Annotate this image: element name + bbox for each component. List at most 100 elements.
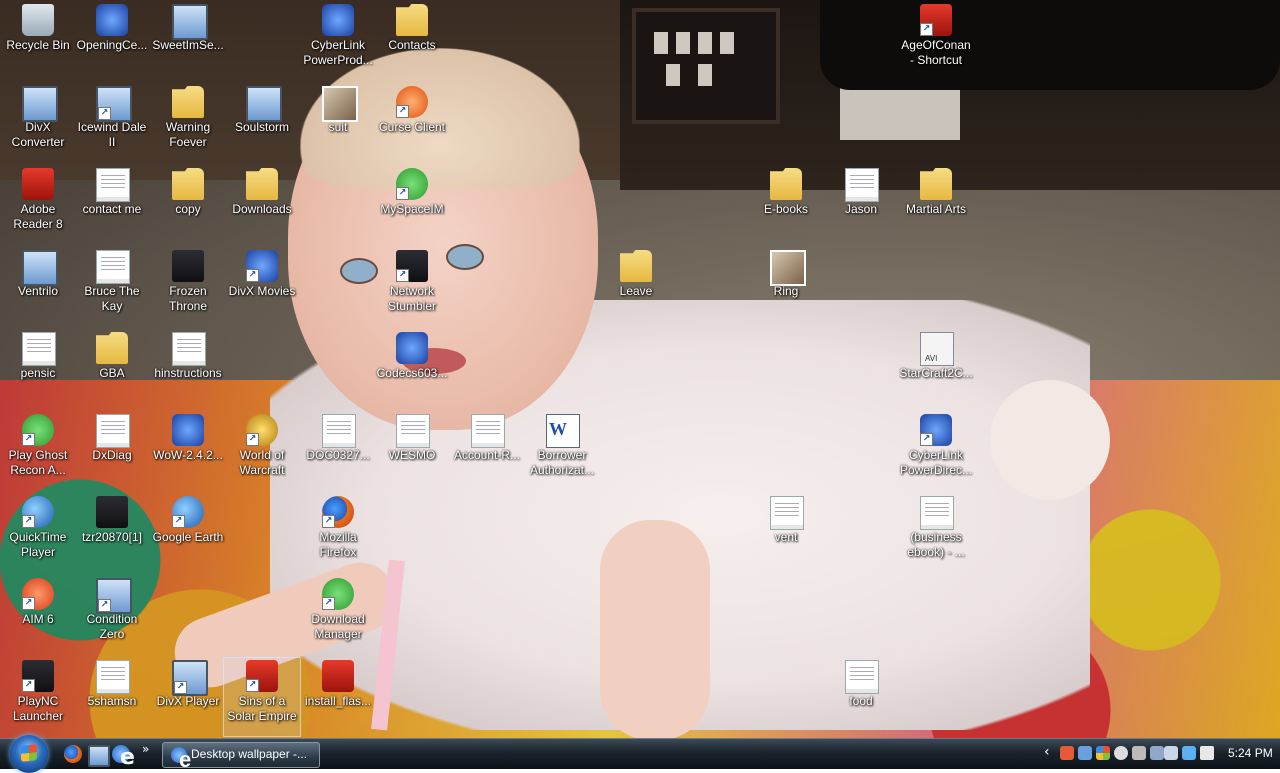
- desktop-icon-frozen-throne[interactable]: Frozen Throne: [150, 248, 226, 326]
- desktop-icon-codecs603[interactable]: Codecs603...: [374, 330, 450, 408]
- taskbar-button-label: Desktop wallpaper -...: [191, 747, 308, 761]
- desktop-icon-e-books[interactable]: E-books: [748, 166, 824, 244]
- codec-icon: [396, 332, 428, 364]
- divx-icon: [22, 86, 58, 122]
- desktop-icon-curse-client[interactable]: ↗ Curse Client: [374, 84, 450, 162]
- video-file-icon: [920, 332, 954, 366]
- tray-aim-icon[interactable]: [1132, 746, 1146, 760]
- document-icon: [96, 168, 130, 202]
- desktop-icon-ageofconan[interactable]: ↗ AgeOfConan - Shortcut: [898, 2, 974, 80]
- desktop-icon-business-ebook[interactable]: (business ebook) - ...: [898, 494, 974, 572]
- desktop-icon-network-stumbler[interactable]: ↗ Network Stumbler: [374, 248, 450, 326]
- tray-expand-chevron[interactable]: ‹: [1044, 744, 1056, 760]
- flash-installer-icon: [322, 660, 354, 692]
- image-icon: [96, 496, 128, 528]
- tray-network-icon[interactable]: [1078, 746, 1092, 760]
- desktop-icon-divx-converter[interactable]: DivX Converter: [0, 84, 76, 162]
- desktop-icon-suit[interactable]: suit: [300, 84, 376, 162]
- desktop-icon-divx-movies[interactable]: ↗ DivX Movies: [224, 248, 300, 326]
- tray-safely-remove-icon[interactable]: [1164, 746, 1178, 760]
- wallpaper-eye: [446, 244, 484, 270]
- desktop-icon-copy[interactable]: copy: [150, 166, 226, 244]
- desktop-icon-google-earth[interactable]: ↗ Google Earth: [150, 494, 226, 572]
- quicklaunch-more-chevron[interactable]: »: [142, 742, 154, 760]
- folder-icon: [770, 168, 802, 200]
- document-icon: [920, 496, 954, 530]
- quicklaunch-firefox-icon[interactable]: [64, 745, 82, 763]
- desktop-icon-contacts[interactable]: Contacts: [374, 2, 450, 80]
- desktop-icon-quicktime[interactable]: ↗ QuickTime Player: [0, 494, 76, 572]
- document-icon: [96, 250, 130, 284]
- quicklaunch-internet-explorer-icon[interactable]: [112, 745, 135, 770]
- quicklaunch-show-desktop-icon[interactable]: [88, 745, 110, 767]
- desktop-icon-ventrilo[interactable]: Ventrilo: [0, 248, 76, 326]
- game-icon: [172, 250, 204, 282]
- desktop-icon-cyberlink-powerdirec[interactable]: ↗ CyberLink PowerDirec...: [898, 412, 974, 490]
- desktop-icon-tzr20870[interactable]: tzr20870[1]: [74, 494, 150, 572]
- desktop-icon-soulstorm[interactable]: Soulstorm: [224, 84, 300, 162]
- desktop-icon-wow-242[interactable]: WoW-2.4.2...: [150, 412, 226, 490]
- desktop-icon-contact-me[interactable]: contact me: [74, 166, 150, 244]
- desktop-icon-5shamsn[interactable]: 5shamsn: [74, 658, 150, 736]
- tray-volume-icon[interactable]: [1200, 746, 1214, 760]
- tray-network-connection-icon[interactable]: [1182, 746, 1196, 760]
- image-icon: [770, 250, 806, 286]
- system-tray: ‹ 5:24 PM: [1040, 739, 1280, 769]
- desktop-icon-download-manager[interactable]: ↗ Download Manager: [300, 576, 376, 654]
- desktop-icon-sweetimse[interactable]: SweetImSe...: [150, 2, 226, 80]
- taskbar-clock[interactable]: 5:24 PM: [1228, 746, 1273, 760]
- tray-windows-icon[interactable]: [1096, 746, 1110, 760]
- desktop-icon-install-flash[interactable]: install_flas...: [300, 658, 376, 736]
- desktop-icon-plaync-launcher[interactable]: ↗ PlayNC Launcher: [0, 658, 76, 736]
- document-icon: [845, 168, 879, 202]
- desktop-icon-food[interactable]: food: [823, 658, 899, 736]
- desktop-icon-starcraft2[interactable]: StarCraft2C...: [898, 330, 974, 408]
- tray-app-icon[interactable]: [1150, 746, 1164, 760]
- desktop-icon-downloads[interactable]: Downloads: [224, 166, 300, 244]
- adobe-reader-icon: [22, 168, 54, 200]
- desktop-icon-hinstructions[interactable]: hinstructions: [150, 330, 226, 408]
- folder-icon: [920, 168, 952, 200]
- desktop-icon-wesmo[interactable]: WESMO: [374, 412, 450, 490]
- desktop-icon-leave[interactable]: Leave: [598, 248, 674, 326]
- desktop-icon-aim6[interactable]: ↗ AIM 6: [0, 576, 76, 654]
- desktop-icon-myspaceim[interactable]: ↗ MySpaceIM: [374, 166, 450, 244]
- document-icon: [96, 660, 130, 694]
- folder-icon: [172, 86, 204, 118]
- taskbar-button-desktop-wallpaper[interactable]: Desktop wallpaper -...: [162, 742, 320, 773]
- tray-messenger-icon[interactable]: [1114, 746, 1128, 760]
- desktop-icon-warning-foever[interactable]: Warning Foever: [150, 84, 226, 162]
- desktop-icon-gba[interactable]: GBA: [74, 330, 150, 408]
- folder-icon: [396, 4, 428, 36]
- app-icon: [172, 414, 204, 446]
- desktop-icon-openingce[interactable]: OpeningCe...: [74, 2, 150, 80]
- desktop-icon-cyberlink-powerprod[interactable]: CyberLink PowerProd...: [300, 2, 376, 80]
- game-icon: ↗: [22, 414, 54, 446]
- document-icon: [322, 414, 356, 448]
- desktop-icon-jason[interactable]: Jason: [823, 166, 899, 244]
- desktop-icon-bruce-the-kay[interactable]: Bruce The Kay: [74, 248, 150, 326]
- desktop-icon-pensic[interactable]: pensic: [0, 330, 76, 408]
- desktop-icon-dxdiag[interactable]: DxDiag: [74, 412, 150, 490]
- cyberlink-icon: ↗: [920, 414, 952, 446]
- desktop-icon-account-r[interactable]: Account-R...: [449, 412, 525, 490]
- desktop-icon-condition-zero[interactable]: ↗ Condition Zero: [74, 576, 150, 654]
- taskbar: » Desktop wallpaper -... ‹ 5:24 PM: [0, 735, 1280, 773]
- desktop-icon-world-of-warcraft[interactable]: ↗ World of Warcraft: [224, 412, 300, 490]
- desktop-icon-divx-player[interactable]: ↗ DivX Player: [150, 658, 226, 736]
- desktop-icon-icewind-dale[interactable]: ↗ Icewind Dale II: [74, 84, 150, 162]
- setup-icon: [172, 4, 208, 40]
- start-button[interactable]: [10, 735, 48, 773]
- desktop-icon-vent[interactable]: vent: [748, 494, 824, 572]
- desktop-icon-martial-arts[interactable]: Martial Arts: [898, 166, 974, 244]
- desktop-icon-doc0327[interactable]: DOC0327...: [300, 412, 376, 490]
- tray-app-icon[interactable]: [1060, 746, 1074, 760]
- desktop-icon-recycle-bin[interactable]: Recycle Bin: [0, 2, 76, 80]
- desktop-icon-adobe-reader[interactable]: Adobe Reader 8: [0, 166, 76, 244]
- recycle-bin-icon: [22, 4, 54, 36]
- desktop-icon-ghost-recon[interactable]: ↗ Play Ghost Recon A...: [0, 412, 76, 490]
- desktop-icon-ring[interactable]: Ring: [748, 248, 824, 326]
- desktop-icon-borrower-authorizat[interactable]: Borrower Authorizat...: [524, 412, 600, 490]
- desktop-icon-sins-of-a-solar-empire[interactable]: ↗ Sins of a Solar Empire: [223, 657, 301, 737]
- desktop-icon-mozilla-firefox[interactable]: ↗ Mozilla Firefox: [300, 494, 376, 572]
